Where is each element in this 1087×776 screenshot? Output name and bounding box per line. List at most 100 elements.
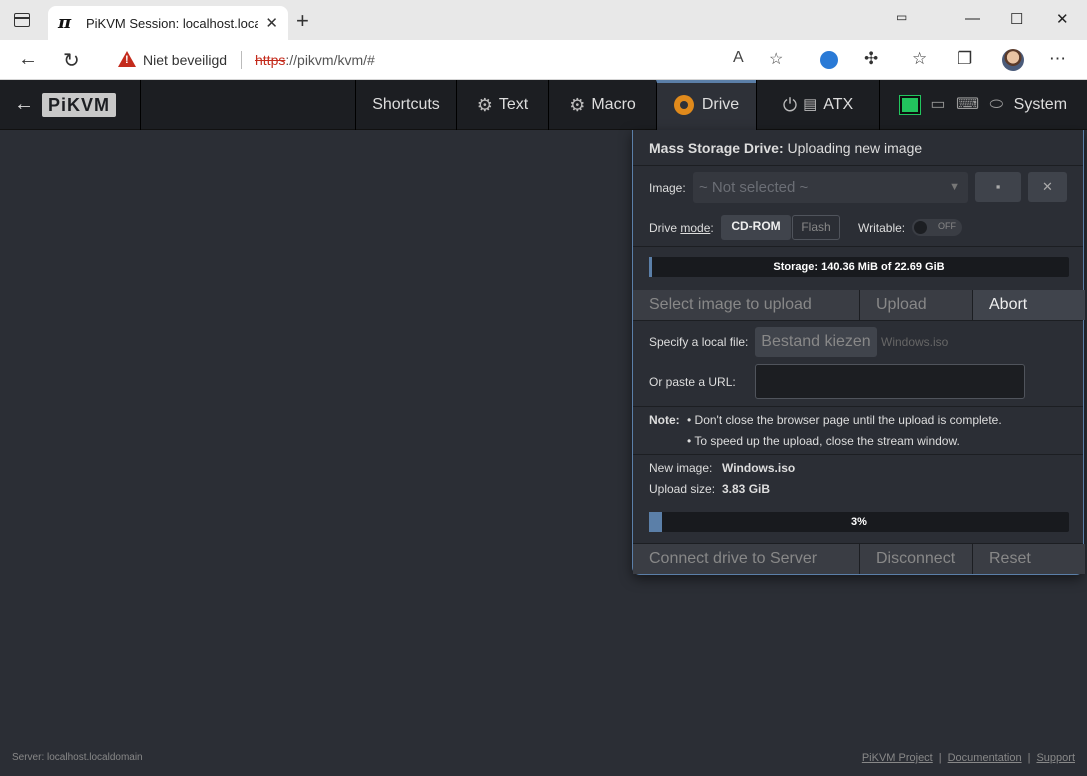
not-secure-label[interactable]: Niet beveiligd xyxy=(143,52,227,68)
browser-tabbar: π PiKVM Session: localhost.localdomain ✕… xyxy=(0,0,1087,40)
writable-toggle[interactable]: OFF xyxy=(912,219,962,236)
divider xyxy=(633,454,1083,455)
disk-icon: ▪ xyxy=(995,179,1001,194)
url-text[interactable]: https://pikvm/kvm/# xyxy=(255,52,375,68)
collections-icon[interactable]: ❐ xyxy=(957,49,972,69)
image-url-input[interactable] xyxy=(755,364,1025,399)
tab-title: PiKVM Session: localhost.localdomain xyxy=(86,16,258,31)
upload-size-label: Upload size: xyxy=(649,482,716,496)
nav-macro[interactable]: ⚙ Macro xyxy=(548,80,656,130)
nav-shortcuts[interactable]: Shortcuts xyxy=(355,80,456,130)
profile-avatar[interactable] xyxy=(1002,49,1024,71)
connect-drive-button[interactable]: Connect drive to Server xyxy=(633,544,859,574)
drive-panel: Mass Storage Drive: Uploading new image … xyxy=(632,130,1085,575)
storage-bar: Storage: 140.36 MiB of 22.69 GiB xyxy=(649,257,1069,277)
upload-progress-bar: 3% xyxy=(649,512,1069,532)
disconnect-button[interactable]: Disconnect xyxy=(859,544,972,574)
nav-system[interactable]: ▭ ⌨ ⬭ System xyxy=(879,80,1087,130)
writable-toggle-state: OFF xyxy=(938,221,956,231)
choose-file-button[interactable]: Bestand kiezen xyxy=(755,327,877,357)
note-line-1: • Don't close the browser page until the… xyxy=(687,413,1002,427)
upload-progress-text: 3% xyxy=(851,516,867,528)
new-image-label: New image: xyxy=(649,461,713,475)
drive-actions: Connect drive to Server Disconnect Reset xyxy=(633,544,1085,574)
mode-flash-button[interactable]: Flash xyxy=(792,215,840,240)
network-status-icon xyxy=(898,95,921,115)
writable-label: Writable: xyxy=(858,221,906,235)
drive-icon xyxy=(673,94,694,115)
remove-image-button[interactable]: ✕ xyxy=(1028,172,1067,202)
read-aloud-icon[interactable]: A xyxy=(733,49,744,67)
browser-tab[interactable]: π PiKVM Session: localhost.localdomain ✕ xyxy=(48,6,288,40)
abort-button[interactable]: Abort xyxy=(972,290,1085,320)
browser-addressbar: ← ↻ Niet beveiligd https://pikvm/kvm/# A… xyxy=(0,40,1087,80)
vpn-globe-icon[interactable] xyxy=(820,51,838,69)
reset-button[interactable]: Reset xyxy=(972,544,1085,574)
tab-select-image[interactable]: Select image to upload xyxy=(633,290,859,320)
more-menu-icon[interactable]: ⋯ xyxy=(1049,49,1066,69)
url-path: ://pikvm/kvm/# xyxy=(285,52,375,68)
gear-icon: ⚙ xyxy=(569,95,586,115)
drive-panel-title-rest: Uploading new image xyxy=(787,140,923,156)
hdd-icon: ▤ xyxy=(803,96,818,113)
warning-icon xyxy=(118,51,136,67)
pikvm-logo[interactable]: PiKVM xyxy=(42,93,117,117)
documentation-link[interactable]: Documentation xyxy=(948,752,1022,764)
tab-overview-icon[interactable] xyxy=(14,13,30,27)
gear-icon: ⚙ xyxy=(476,95,493,115)
pikvm-project-link[interactable]: PiKVM Project xyxy=(862,752,933,764)
mouse-icon: ⬭ xyxy=(989,96,1004,113)
tab-upload[interactable]: Upload xyxy=(859,290,972,320)
mode-cdrom-button[interactable]: CD-ROM xyxy=(721,215,791,240)
kvm-navbar: ← PiKVM Shortcuts ⚙ Text ⚙ Macro Drive ⏻ ▤ A… xyxy=(0,80,1087,130)
note-label: Note: xyxy=(649,413,680,427)
url-protocol: https xyxy=(255,52,286,68)
new-tab-icon[interactable]: + xyxy=(296,8,309,34)
close-icon: ✕ xyxy=(1042,179,1053,194)
new-image-value: Windows.iso xyxy=(722,461,796,475)
note-line-2: • To speed up the upload, close the stre… xyxy=(687,434,960,448)
url-bar[interactable]: Niet beveiligd https://pikvm/kvm/# A ☆ xyxy=(100,45,800,75)
nav-shortcuts-label: Shortcuts xyxy=(372,96,440,113)
drive-panel-title-bold: Mass Storage Drive: xyxy=(649,140,784,156)
maximize-icon[interactable]: ☐ xyxy=(1010,10,1023,28)
pikvm-favicon-icon: π xyxy=(58,12,72,33)
divider xyxy=(633,320,1083,321)
storage-text: Storage: 140.36 MiB of 22.69 GiB xyxy=(773,261,945,273)
support-link[interactable]: Support xyxy=(1036,752,1075,764)
minimize-icon[interactable]: — xyxy=(965,10,980,27)
add-favorite-icon[interactable]: ☆ xyxy=(769,49,783,69)
footer-pipe: | xyxy=(938,752,942,764)
url-label: Or paste a URL: xyxy=(649,375,736,389)
nav-atx[interactable]: ⏻ ▤ ATX xyxy=(756,80,879,130)
drive-panel-title: Mass Storage Drive: Uploading new image xyxy=(633,130,1083,166)
close-tab-icon[interactable]: ✕ xyxy=(265,14,278,32)
drive-mode-label-c: : xyxy=(710,221,714,235)
nav-drive-label: Drive xyxy=(701,96,740,113)
nav-text-label: Text xyxy=(498,96,529,114)
back-icon[interactable]: ← xyxy=(18,48,38,71)
footer-links: PiKVM Project | Documentation | Support xyxy=(862,752,1075,764)
close-window-icon[interactable]: ✕ xyxy=(1056,10,1069,28)
upload-tabs: Select image to upload Upload Abort xyxy=(633,290,1085,320)
image-select-value: ~ Not selected ~ xyxy=(699,179,809,196)
favorites-icon[interactable]: ☆ xyxy=(912,49,927,69)
chosen-file-name: Windows.iso xyxy=(881,335,949,349)
keyboard-icon: ⌨ xyxy=(956,96,980,113)
nav-system-label: System xyxy=(1013,96,1068,114)
drive-mode-label-b: mode xyxy=(680,221,711,235)
local-file-label: Specify a local file: xyxy=(649,335,749,349)
back-arrow-icon[interactable]: ← xyxy=(14,93,34,116)
divider xyxy=(633,406,1083,407)
nav-drive[interactable]: Drive xyxy=(656,80,756,130)
extensions-icon[interactable]: ✣ xyxy=(864,49,878,69)
server-info: Server: localhost.localdomain xyxy=(12,752,143,763)
reading-view-icon[interactable]: ▭ xyxy=(896,10,907,24)
monitor-icon: ▭ xyxy=(930,96,946,113)
nav-text[interactable]: ⚙ Text xyxy=(456,80,548,130)
download-image-button[interactable]: ▪ xyxy=(975,172,1021,202)
drive-mode-label-a: Drive xyxy=(649,221,681,235)
refresh-icon[interactable]: ↻ xyxy=(63,48,80,73)
drive-mode-label: Drive mode: xyxy=(649,221,714,235)
image-select[interactable]: ~ Not selected ~ ▼ xyxy=(693,172,968,203)
